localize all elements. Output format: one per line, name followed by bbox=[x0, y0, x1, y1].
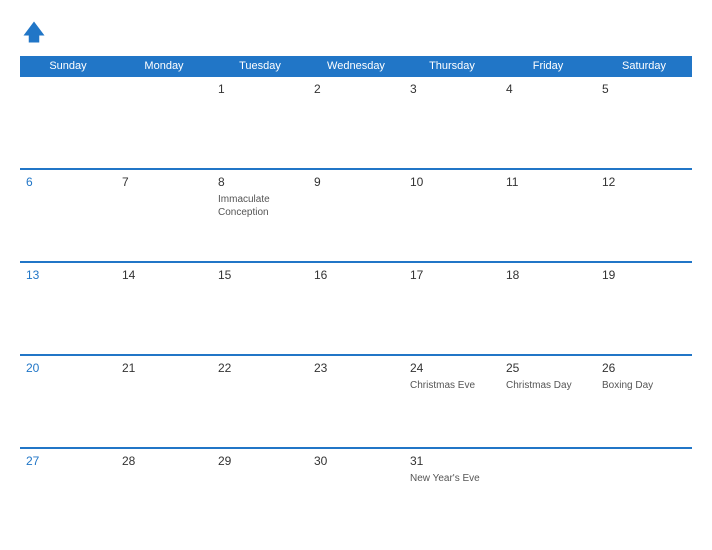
calendar-cell: 5 bbox=[596, 77, 692, 168]
day-number: 11 bbox=[506, 175, 590, 189]
calendar-week-3: 13 14 15 16 17 18 19 bbox=[20, 262, 692, 355]
calendar-cell: 25 Christmas Day bbox=[500, 356, 596, 447]
calendar-week-1: 12345 bbox=[20, 76, 692, 169]
calendar-cell: 17 bbox=[404, 263, 500, 354]
calendar-cell: 21 bbox=[116, 356, 212, 447]
calendar-cell: 14 bbox=[116, 263, 212, 354]
calendar-cell: 19 bbox=[596, 263, 692, 354]
calendar-cell: 13 bbox=[20, 263, 116, 354]
day-number: 24 bbox=[410, 361, 494, 375]
day-number: 14 bbox=[122, 268, 206, 282]
calendar-cell: 16 bbox=[308, 263, 404, 354]
calendar-cell: 24 Christmas Eve bbox=[404, 356, 500, 447]
calendar-cell: 29 bbox=[212, 449, 308, 540]
day-number: 7 bbox=[122, 175, 206, 189]
day-number: 10 bbox=[410, 175, 494, 189]
day-number: 3 bbox=[410, 82, 494, 96]
calendar-cell: 12 bbox=[596, 170, 692, 261]
calendar-day-headers: SundayMondayTuesdayWednesdayThursdayFrid… bbox=[20, 56, 692, 76]
day-number: 23 bbox=[314, 361, 398, 375]
day-header-saturday: Saturday bbox=[596, 56, 692, 76]
day-header-tuesday: Tuesday bbox=[212, 56, 308, 76]
day-header-monday: Monday bbox=[116, 56, 212, 76]
day-number: 30 bbox=[314, 454, 398, 468]
calendar-cell: 31 New Year's Eve bbox=[404, 449, 500, 540]
calendar-week-4: 20 21 22 23 24 Christmas Eve 25 Christmas Day 26… bbox=[20, 355, 692, 448]
calendar-week-2: 678 Immaculate Conception 9 10 11 12 bbox=[20, 169, 692, 262]
calendar-cell: 18 bbox=[500, 263, 596, 354]
calendar-cell: 27 bbox=[20, 449, 116, 540]
calendar-cell: 3 bbox=[404, 77, 500, 168]
day-header-sunday: Sunday bbox=[20, 56, 116, 76]
day-header-wednesday: Wednesday bbox=[308, 56, 404, 76]
calendar-cell: 26 Boxing Day bbox=[596, 356, 692, 447]
calendar-cell: 4 bbox=[500, 77, 596, 168]
day-number: 18 bbox=[506, 268, 590, 282]
day-number: 1 bbox=[218, 82, 302, 96]
day-event: Immaculate Conception bbox=[218, 193, 302, 219]
calendar-cell: 15 bbox=[212, 263, 308, 354]
day-number: 16 bbox=[314, 268, 398, 282]
day-number: 13 bbox=[26, 268, 110, 282]
day-number: 22 bbox=[218, 361, 302, 375]
day-number: 28 bbox=[122, 454, 206, 468]
day-event: Boxing Day bbox=[602, 379, 686, 392]
calendar-cell: 22 bbox=[212, 356, 308, 447]
calendar-header bbox=[20, 18, 692, 46]
calendar-cell: 23 bbox=[308, 356, 404, 447]
calendar-cell: 20 bbox=[20, 356, 116, 447]
calendar-cell bbox=[500, 449, 596, 540]
calendar-cell: 2 bbox=[308, 77, 404, 168]
day-number: 4 bbox=[506, 82, 590, 96]
calendar-cell: 28 bbox=[116, 449, 212, 540]
day-event: Christmas Day bbox=[506, 379, 590, 392]
day-number: 21 bbox=[122, 361, 206, 375]
day-header-friday: Friday bbox=[500, 56, 596, 76]
logo-icon bbox=[20, 18, 48, 46]
day-number: 17 bbox=[410, 268, 494, 282]
page: SundayMondayTuesdayWednesdayThursdayFrid… bbox=[0, 0, 712, 550]
day-number: 6 bbox=[26, 175, 110, 189]
logo bbox=[20, 18, 50, 46]
calendar-cell: 10 bbox=[404, 170, 500, 261]
day-number: 31 bbox=[410, 454, 494, 468]
calendar: SundayMondayTuesdayWednesdayThursdayFrid… bbox=[20, 56, 692, 540]
calendar-week-5: 27 28 29 30 31 New Year's Eve bbox=[20, 448, 692, 540]
calendar-cell: 8 Immaculate Conception bbox=[212, 170, 308, 261]
day-number: 19 bbox=[602, 268, 686, 282]
calendar-cell: 9 bbox=[308, 170, 404, 261]
day-number: 26 bbox=[602, 361, 686, 375]
calendar-cell bbox=[20, 77, 116, 168]
day-number: 8 bbox=[218, 175, 302, 189]
day-number: 9 bbox=[314, 175, 398, 189]
day-event: Christmas Eve bbox=[410, 379, 494, 392]
day-number: 12 bbox=[602, 175, 686, 189]
day-number: 5 bbox=[602, 82, 686, 96]
calendar-cell bbox=[596, 449, 692, 540]
day-number: 27 bbox=[26, 454, 110, 468]
calendar-cell: 6 bbox=[20, 170, 116, 261]
day-event: New Year's Eve bbox=[410, 472, 494, 485]
calendar-cell: 30 bbox=[308, 449, 404, 540]
day-number: 29 bbox=[218, 454, 302, 468]
day-number: 20 bbox=[26, 361, 110, 375]
day-number: 15 bbox=[218, 268, 302, 282]
day-number: 2 bbox=[314, 82, 398, 96]
calendar-cell: 1 bbox=[212, 77, 308, 168]
day-number: 25 bbox=[506, 361, 590, 375]
calendar-cell: 11 bbox=[500, 170, 596, 261]
calendar-cell: 7 bbox=[116, 170, 212, 261]
calendar-body: 12345678Immaculate Conception91011121314… bbox=[20, 76, 692, 540]
day-header-thursday: Thursday bbox=[404, 56, 500, 76]
calendar-cell bbox=[116, 77, 212, 168]
